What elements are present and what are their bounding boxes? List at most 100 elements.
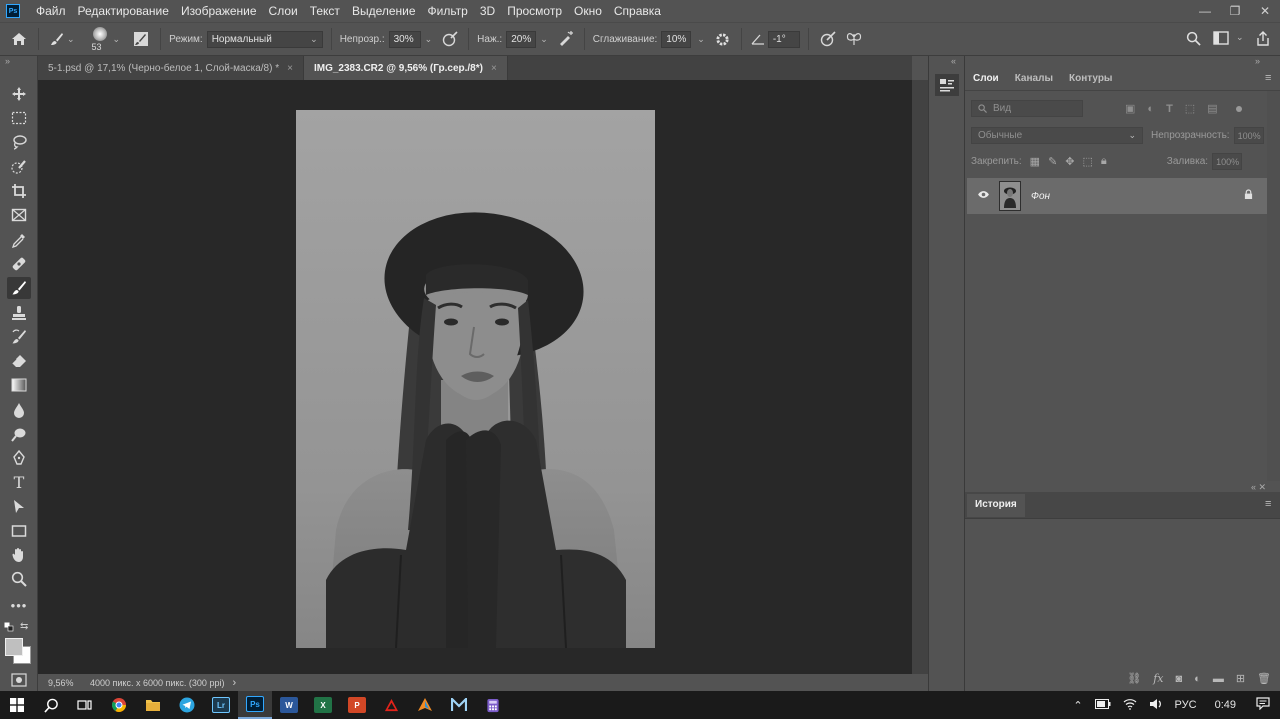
add-mask-icon[interactable]: ◙ [1176,673,1183,685]
lock-transparent-pixels-icon[interactable]: ▦ [1030,155,1040,168]
canvas-area[interactable] [38,80,912,674]
menu-select[interactable]: Выделение [346,0,422,22]
brush-tool-icon[interactable] [7,277,31,299]
word-app-icon[interactable]: W [272,691,306,719]
search-icon[interactable] [34,691,68,719]
symmetry-butterfly-icon[interactable] [839,31,869,47]
powerpoint-app-icon[interactable]: P [340,691,374,719]
calculator-app-icon[interactable] [476,691,510,719]
lock-image-pixels-icon[interactable]: ✎ [1048,155,1057,168]
new-layer-icon[interactable]: ⊞ [1236,672,1245,685]
frame-tool-icon[interactable] [7,204,31,226]
chevron-down-icon[interactable]: ⌄ [425,34,433,45]
tab-history[interactable]: История [967,493,1025,517]
photoshop-logo-icon[interactable]: Ps [6,4,20,18]
restore-button[interactable]: ❐ [1220,0,1250,22]
hand-tool-icon[interactable] [7,544,31,566]
workspace-layout-icon[interactable] [1212,31,1230,45]
menu-file[interactable]: Файл [30,0,72,22]
tab-paths[interactable]: Контуры [1061,68,1120,90]
tab-layers[interactable]: Слои [965,67,1007,91]
menu-help[interactable]: Справка [608,0,667,22]
rectangle-tool-icon[interactable] [7,520,31,542]
wifi-icon[interactable] [1117,698,1143,713]
panel-menu-icon[interactable]: ≡ [1265,72,1271,84]
task-view-icon[interactable] [68,691,102,719]
minimize-button[interactable]: — [1190,0,1220,22]
history-brush-tool-icon[interactable] [7,326,31,348]
search-icon[interactable] [1184,31,1202,46]
filter-toggle-icon[interactable] [1235,105,1242,112]
chevron-down-icon[interactable]: ⌄ [540,34,548,45]
quick-mask-icon[interactable] [11,673,27,690]
zoom-level[interactable]: 9,56% [48,678,90,688]
eyedropper-tool-icon[interactable] [7,229,31,251]
close-icon[interactable]: × [287,63,293,74]
menu-view[interactable]: Просмотр [501,0,568,22]
close-icon[interactable]: × [491,63,497,74]
more-tools-icon[interactable]: ••• [7,594,31,616]
photoshop-app-icon[interactable]: Ps [238,691,272,719]
menu-type[interactable]: Текст [304,0,346,22]
new-group-folder-icon[interactable]: ▬ [1213,673,1224,685]
gradient-tool-icon[interactable] [7,374,31,396]
pressure-size-icon[interactable] [817,31,839,47]
m-app-icon[interactable] [442,691,476,719]
trash-icon[interactable]: 🗑︎ [1257,672,1271,685]
tab-channels[interactable]: Каналы [1007,68,1061,90]
collapse-icon[interactable]: » [1255,56,1260,66]
vertical-scrollbar[interactable] [912,80,928,674]
filter-type-icon[interactable]: T [1166,103,1173,115]
clone-stamp-tool-icon[interactable] [7,302,31,324]
windows-start-icon[interactable] [0,691,34,719]
pen-tool-icon[interactable] [7,447,31,469]
excel-app-icon[interactable]: X [306,691,340,719]
chevron-down-icon[interactable]: ⌄ [1236,32,1244,43]
telegram-icon[interactable] [170,691,204,719]
pressure-input[interactable]: 20% [506,30,537,48]
chevron-down-icon[interactable]: ⌄ [67,34,75,45]
eye-visibility-icon[interactable] [977,190,991,202]
chevron-down-icon[interactable]: ⌄ [113,34,121,45]
menu-window[interactable]: Окно [568,0,608,22]
panel-menu-icon[interactable]: ≡ [1265,498,1271,510]
layer-name[interactable]: Фон [1031,191,1050,202]
healing-brush-tool-icon[interactable] [7,253,31,275]
move-tool-icon[interactable] [7,83,31,105]
chevron-up-icon[interactable]: ⌃ [1067,699,1088,712]
zoom-tool-icon[interactable] [7,568,31,590]
link-layers-icon[interactable]: ⛓ [1127,672,1141,685]
crop-tool-icon[interactable] [7,180,31,202]
swap-colors-icon[interactable]: ⇆ [20,621,28,632]
layer-opacity-input[interactable]: 100% [1233,127,1264,144]
properties-panel-icon[interactable] [935,74,959,96]
acrobat-icon[interactable] [374,691,408,719]
layer-blend-mode-select[interactable]: Обычные ⌄ [971,127,1143,144]
filter-pixel-icon[interactable]: ▣ [1125,102,1135,115]
share-icon[interactable] [1254,31,1272,46]
volume-icon[interactable] [1143,698,1169,713]
type-tool-icon[interactable]: T [7,471,31,493]
battery-icon[interactable] [1089,698,1117,712]
document-photo[interactable] [296,110,655,648]
blur-tool-icon[interactable] [7,399,31,421]
layers-scrollbar[interactable] [1267,91,1280,481]
chrome-icon[interactable] [102,691,136,719]
filter-shape-icon[interactable]: ⬚ [1185,102,1195,115]
collapse-panels-icon[interactable]: « [951,56,956,66]
layer-lock-icon[interactable] [1244,189,1253,203]
path-selection-tool-icon[interactable] [7,496,31,518]
menu-filter[interactable]: Фильтр [422,0,474,22]
smoothing-input[interactable]: 10% [661,30,692,48]
airbrush-icon[interactable] [556,31,576,47]
gear-icon[interactable] [713,32,733,47]
layer-thumbnail[interactable] [999,181,1021,211]
brush-size-picker[interactable]: 53 [89,24,113,54]
pressure-opacity-icon[interactable] [440,31,460,47]
menu-3d[interactable]: 3D [474,0,501,22]
brush-panel-toggle-icon[interactable] [130,31,152,47]
menu-image[interactable]: Изображение [175,0,263,22]
status-menu-arrow-icon[interactable]: › [232,677,236,689]
filter-adjustment-icon[interactable]: ◐ [1147,103,1154,115]
clock-time[interactable]: 0:49 [1203,699,1248,711]
